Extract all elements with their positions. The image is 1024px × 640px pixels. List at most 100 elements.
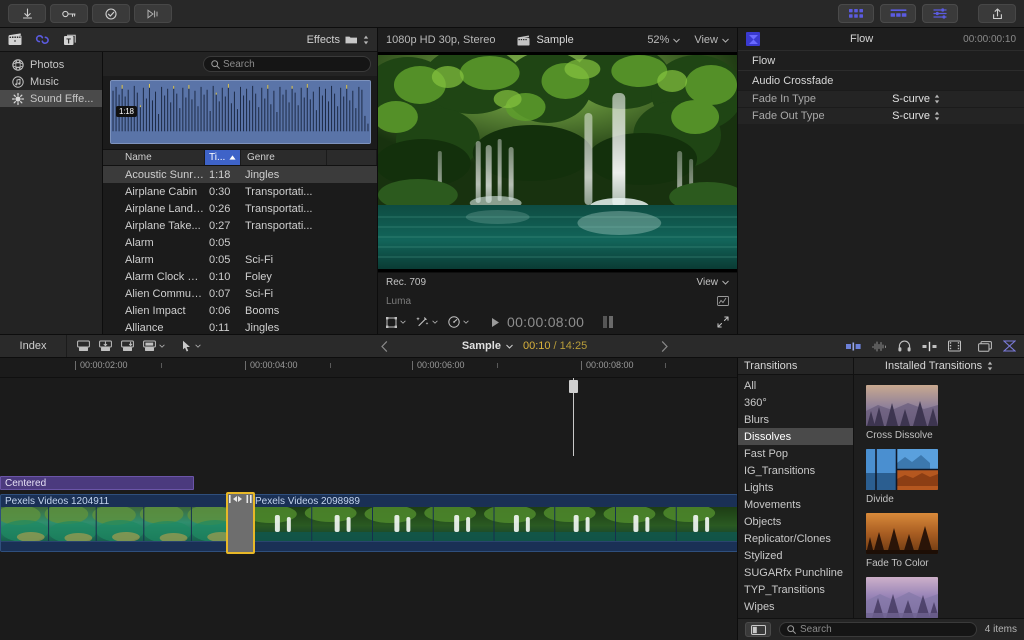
effects-dropdown[interactable]: Effects (307, 34, 369, 46)
table-row[interactable]: Alliance0:11Jingles (103, 319, 377, 334)
table-row[interactable]: Alarm0:05 (103, 234, 377, 251)
timeline-back-button[interactable] (381, 341, 388, 352)
filmstrip-icon[interactable] (948, 340, 961, 352)
transitions-category-item[interactable]: 360° (738, 394, 853, 411)
fullscreen-icon[interactable] (717, 316, 729, 328)
ruler-tick-labeled: 00:00:04:00 (250, 360, 298, 370)
overwrite-icon[interactable] (143, 340, 165, 352)
transitions-category-item[interactable]: Stylized (738, 547, 853, 564)
cell-time: 0:26 (205, 203, 241, 215)
viewer-canvas[interactable] (378, 52, 737, 272)
timeline-toggle[interactable] (880, 4, 916, 23)
transition-item[interactable]: Divide (866, 449, 938, 505)
sidebar-item-sound-effects[interactable]: Sound Effe... (0, 90, 102, 107)
transition-item[interactable]: Fade To Color (866, 513, 938, 569)
timeline-panel[interactable]: 00:00:02:0000:00:04:0000:00:06:0000:00:0… (0, 358, 738, 640)
table-row[interactable]: Airplane Cabin0:30Transportati... (103, 183, 377, 200)
table-row[interactable]: Airplane Landing0:26Transportati... (103, 200, 377, 217)
transitions-category-item[interactable]: Blurs (738, 411, 853, 428)
scope-view-dropdown[interactable]: View (697, 277, 730, 288)
media-browser-icon[interactable] (8, 33, 22, 46)
retime-viewer-button[interactable] (448, 316, 469, 328)
chevron-down-icon (463, 320, 469, 324)
sidebar-item-label: Music (30, 76, 59, 88)
timeline-clip[interactable]: Pexels Videos 1204911 (0, 494, 240, 552)
timeline-forward-button[interactable] (661, 341, 668, 352)
select-tool-icon[interactable] (182, 340, 201, 352)
audio-meter-icon[interactable] (602, 315, 615, 329)
title-clip[interactable]: Centered (0, 476, 194, 490)
sidebar-toggle-button[interactable] (745, 622, 771, 637)
transitions-category-item[interactable]: Fast Pop (738, 445, 853, 462)
table-row[interactable]: Alarm0:05Sci-Fi (103, 251, 377, 268)
effects-browser-icon[interactable] (35, 33, 50, 46)
share-button[interactable] (978, 4, 1016, 23)
transitions-category-item[interactable]: All (738, 377, 853, 394)
window-icon[interactable] (978, 341, 992, 352)
table-row[interactable]: Alien Communi...0:07Sci-Fi (103, 285, 377, 302)
search-input[interactable]: Search (203, 56, 371, 72)
transitions-category-list[interactable]: All360°BlursDissolvesFast PopIG_Transiti… (738, 375, 854, 618)
table-row[interactable]: Alien Impact0:06Booms (103, 302, 377, 319)
viewer-header: 1080p HD 30p, Stereo Sample 52% View (378, 28, 737, 52)
table-row[interactable]: Acoustic Sunrise1:18Jingles (103, 166, 377, 183)
enhance-button[interactable] (416, 316, 438, 328)
crop-tool-button[interactable] (386, 317, 406, 328)
transition-item[interactable]: Cross Dissolve (866, 385, 938, 441)
fade-out-type-dropdown[interactable]: S-curve (892, 110, 1010, 122)
sound-effects-list[interactable]: Acoustic Sunrise1:18JinglesAirplane Cabi… (103, 166, 377, 334)
transitions-browser-icon[interactable] (1003, 340, 1016, 352)
transitions-category-item[interactable]: SUGARfx Punchline (738, 564, 853, 581)
import-media-button[interactable] (8, 4, 46, 23)
transitions-category-item[interactable]: Objects (738, 513, 853, 530)
play-icon[interactable] (491, 317, 500, 328)
transitions-category-item[interactable]: TYP_Transitions (738, 581, 853, 598)
transitions-search-input[interactable]: Search (779, 622, 977, 637)
stepper-icon (934, 111, 940, 121)
rating-button[interactable] (92, 4, 130, 23)
timeline-transition-clip[interactable] (226, 492, 255, 554)
scope-settings-icon[interactable] (717, 296, 729, 306)
ruler-tick-labeled: 00:00:02:00 (80, 360, 128, 370)
fade-in-type-dropdown[interactable]: S-curve (892, 93, 1010, 105)
cell-genre: Transportati... (241, 220, 327, 232)
viewer-view-dropdown[interactable]: View (694, 34, 729, 46)
column-header-time[interactable]: Ti... (205, 150, 241, 165)
installed-transitions-label: Installed Transitions (885, 360, 982, 372)
append-icon[interactable] (77, 340, 90, 352)
audio-waveform-preview[interactable]: 1:18 (103, 76, 377, 149)
transitions-category-item[interactable]: Lights (738, 479, 853, 496)
trim-icon[interactable] (846, 342, 861, 351)
skimming-icon[interactable] (922, 341, 937, 352)
sidebar-item-photos[interactable]: Photos (0, 56, 102, 73)
zoom-dropdown[interactable]: 52% (647, 34, 680, 46)
headphones-icon[interactable] (898, 340, 911, 352)
timeline-project-dropdown[interactable]: Sample (462, 340, 513, 352)
connect-icon[interactable] (121, 340, 134, 352)
transitions-category-item[interactable]: Replicator/Clones (738, 530, 853, 547)
timeline-playhead[interactable] (573, 378, 574, 456)
audio-waveform-icon[interactable] (872, 341, 887, 352)
column-header-name[interactable]: Name (103, 150, 205, 165)
inspector-timecode[interactable]: 00:00:00:10 (963, 34, 1016, 45)
titles-browser-icon[interactable]: T (63, 33, 77, 46)
sidebar-item-music[interactable]: Music (0, 73, 102, 90)
timeline-index-button[interactable]: Index (0, 340, 66, 352)
transitions-category-item[interactable]: IG_Transitions (738, 462, 853, 479)
installed-transitions-dropdown[interactable]: Installed Transitions (854, 360, 1024, 372)
viewer-timecode[interactable]: 00:00:08:00 (507, 314, 584, 330)
retime-button[interactable] (134, 4, 172, 23)
table-row[interactable]: Alarm Clock Bell0:10Foley (103, 268, 377, 285)
transitions-grid[interactable]: Cross Dissolve Divide Fade To Color Flow (854, 375, 1024, 618)
timeline-ruler[interactable]: 00:00:02:0000:00:04:0000:00:06:0000:00:0… (0, 358, 737, 378)
timeline-clip[interactable]: Pexels Videos 2098989 (250, 494, 738, 552)
insert-icon[interactable] (99, 340, 112, 352)
column-header-genre[interactable]: Genre (241, 150, 327, 165)
keyword-button[interactable] (50, 4, 88, 23)
transitions-category-item[interactable]: Dissolves (738, 428, 853, 445)
transitions-category-item[interactable]: Movements (738, 496, 853, 513)
transitions-category-item[interactable]: Wipes (738, 598, 853, 615)
inspector-toggle[interactable] (922, 4, 958, 23)
table-row[interactable]: Airplane Take...0:27Transportati... (103, 217, 377, 234)
browser-toggle[interactable] (838, 4, 874, 23)
